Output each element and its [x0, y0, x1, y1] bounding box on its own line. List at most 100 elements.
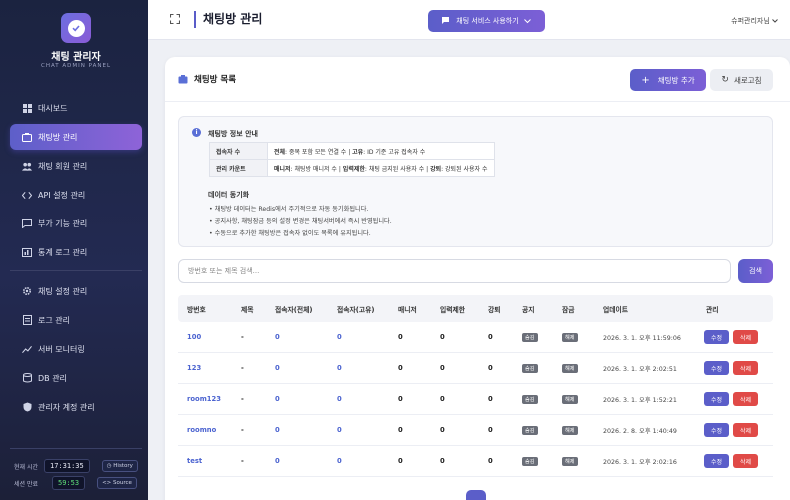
info-text: : 채팅 금지된 사용자 수 | [364, 165, 431, 173]
total-count[interactable]: 0 [275, 364, 280, 372]
room-title: - [241, 333, 244, 341]
sidebar-item-chatroom[interactable]: 채팅방 관리 [10, 124, 142, 150]
total-count[interactable]: 0 [275, 457, 280, 465]
room-id-link[interactable]: 123 [187, 364, 201, 372]
updated-time: 2026. 3. 1. 오후 2:02:51 [603, 366, 677, 373]
chevron-down-icon [523, 18, 531, 23]
page-title: 채팅방 관리 [194, 11, 262, 28]
sidebar-item-db[interactable]: DB 관리 [10, 365, 142, 391]
delete-button[interactable]: 삭제 [733, 330, 758, 344]
add-chatroom-button[interactable]: + 채팅방 추가 [630, 69, 706, 91]
sidebar-item-logs[interactable]: 로그 관리 [10, 307, 142, 333]
shield-icon [22, 402, 32, 412]
user-name: 슈퍼관리자님 [731, 17, 770, 25]
search-button[interactable]: 검색 [738, 259, 773, 283]
room-id-link[interactable]: test [187, 457, 202, 465]
sidebar-item-admin-accounts[interactable]: 관리자 계정 관리 [10, 394, 142, 420]
restricted-count: 0 [440, 457, 445, 465]
refresh-button[interactable]: ↻ 새로고침 [710, 69, 773, 91]
edit-button[interactable]: 수정 [704, 423, 729, 437]
th-room-id: 방번호 [187, 306, 206, 314]
lock-badge: 해제 [562, 426, 578, 435]
pagination-button[interactable] [466, 490, 486, 500]
chart-icon [22, 247, 32, 257]
room-title: - [241, 426, 244, 434]
manager-count: 0 [398, 426, 403, 434]
room-id-link[interactable]: room123 [187, 395, 221, 403]
table-header: 방번호 제목 접속자(전체) 접속자(고유) 매니저 입력제한 강퇴 공지 잠금… [178, 295, 773, 322]
user-menu[interactable]: 슈퍼관리자님 [731, 16, 778, 26]
info-term: 입력제한 [342, 165, 365, 173]
lock-badge: 해제 [562, 395, 578, 404]
sidebar-item-api[interactable]: API 설정 관리 [10, 182, 142, 208]
delete-button[interactable]: 삭제 [733, 454, 758, 468]
current-time-row: 현재 시간 17:31:35 ◷ History [14, 459, 138, 473]
total-count[interactable]: 0 [275, 333, 280, 341]
sync-item-text: 수동으로 추가한 채팅방은 접속자 없이도 목록에 유지됩니다. [214, 230, 371, 237]
sidebar-item-stats[interactable]: 통계 로그 관리 [10, 239, 142, 265]
edit-button[interactable]: 수정 [704, 392, 729, 406]
info-text: : 채팅방 매니저 수 | [290, 165, 343, 173]
plus-icon: + [641, 74, 650, 86]
unique-count[interactable]: 0 [337, 457, 342, 465]
edit-button[interactable]: 수정 [704, 454, 729, 468]
unique-count[interactable]: 0 [337, 426, 342, 434]
updated-time: 2026. 2. 8. 오후 1:40:49 [603, 428, 677, 435]
room-id-link[interactable]: 100 [187, 333, 201, 341]
manager-count: 0 [398, 457, 403, 465]
check-icon [72, 25, 80, 32]
sidebar-item-dashboard[interactable]: 대시보드 [10, 95, 142, 121]
sidebar-item-label: 부가 기능 관리 [38, 218, 88, 228]
history-button[interactable]: ◷ History [101, 460, 138, 472]
search-input[interactable]: 방번호 또는 제목 검색... [178, 259, 731, 283]
monitor-icon [22, 344, 32, 354]
expand-icon[interactable] [170, 14, 180, 24]
info-value: 전체: 중복 포함 모든 연결 수 | 고유: ID 기준 고유 접속자 수 [267, 142, 495, 160]
room-id-link[interactable]: roomno [187, 426, 216, 434]
edit-button[interactable]: 수정 [704, 361, 729, 375]
info-term: 매니저 [274, 165, 291, 173]
delete-button[interactable]: 삭제 [733, 423, 758, 437]
info-text: : 강퇴된 사용자 수 [441, 165, 488, 173]
th-total: 접속자(전체) [275, 306, 313, 314]
sidebar-item-label: 대시보드 [38, 103, 68, 113]
info-text: : ID 기준 고유 접속자 수 [363, 148, 426, 156]
manager-count: 0 [398, 333, 403, 341]
sync-item: • 공지사항, 채팅잠금 등의 설정 변경은 채팅서버에서 즉시 반영됩니다. [209, 218, 392, 225]
info-term: 강퇴 [430, 165, 442, 173]
sidebar: 채팅 관리자 CHAT ADMIN PANEL 대시보드 채팅방 관리 채팅 회… [0, 0, 148, 500]
history-label: History [113, 463, 133, 469]
delete-button[interactable]: 삭제 [733, 361, 758, 375]
chat-service-button[interactable]: 채팅 서비스 사용하기 [428, 10, 545, 32]
unique-count[interactable]: 0 [337, 364, 342, 372]
notice-badge: 숨김 [522, 333, 538, 342]
sidebar-item-label: 관리자 계정 관리 [38, 402, 95, 412]
delete-button[interactable]: 삭제 [733, 392, 758, 406]
updated-time: 2026. 3. 1. 오후 1:52:21 [603, 397, 677, 404]
sync-item: • 수동으로 추가한 채팅방은 접속자 없이도 목록에 유지됩니다. [209, 230, 371, 237]
info-value: 매니저: 채팅방 매니저 수 | 입력제한: 채팅 금지된 사용자 수 | 강퇴… [267, 159, 495, 177]
lock-badge: 해제 [562, 457, 578, 466]
th-unique: 접속자(고유) [337, 306, 375, 314]
unique-count[interactable]: 0 [337, 395, 342, 403]
notice-badge: 숨김 [522, 457, 538, 466]
sidebar-item-chat-settings[interactable]: 채팅 설정 관리 [10, 278, 142, 304]
session-row: 세션 만료 59:53 <> Source [14, 476, 137, 490]
info-row: 접속자 수 전체: 중복 포함 모든 연결 수 | 고유: ID 기준 고유 접… [209, 142, 495, 160]
total-count[interactable]: 0 [275, 395, 280, 403]
chat-service-label: 채팅 서비스 사용하기 [456, 17, 519, 25]
restricted-count: 0 [440, 364, 445, 372]
sidebar-item-monitoring[interactable]: 서버 모니터링 [10, 336, 142, 362]
sidebar-item-members[interactable]: 채팅 회원 관리 [10, 153, 142, 179]
sidebar-item-addons[interactable]: 부가 기능 관리 [10, 210, 142, 236]
table-row: 123 - 0 0 0 0 0 숨김 해제 2026. 3. 1. 오후 2:0… [178, 353, 773, 384]
edit-button[interactable]: 수정 [704, 330, 729, 344]
sync-item-text: 공지사항, 채팅잠금 등의 설정 변경은 채팅서버에서 즉시 반영됩니다. [214, 218, 392, 225]
unique-count[interactable]: 0 [337, 333, 342, 341]
chatroom-icon [178, 74, 188, 83]
gear-icon [22, 286, 32, 296]
source-button[interactable]: <> Source [97, 477, 137, 489]
kicked-count: 0 [488, 364, 493, 372]
total-count[interactable]: 0 [275, 426, 280, 434]
database-icon [22, 373, 32, 383]
